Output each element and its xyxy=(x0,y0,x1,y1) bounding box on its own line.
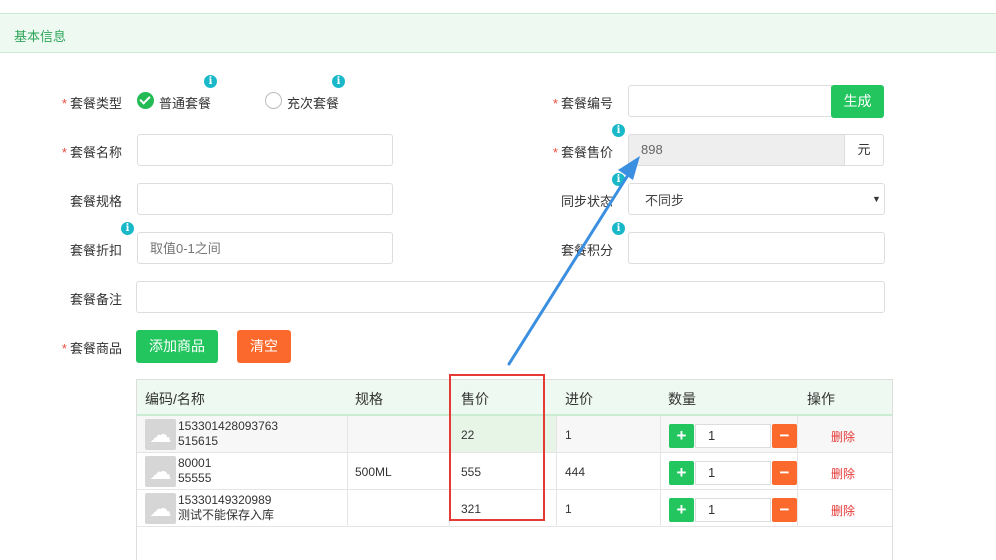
column-header-spec: 规格 xyxy=(355,391,383,407)
info-icon[interactable]: i xyxy=(612,173,625,186)
info-icon[interactable]: i xyxy=(332,75,345,88)
decrease-quantity-button[interactable]: − xyxy=(772,424,797,448)
product-spec: 500ML xyxy=(355,465,392,479)
product-cost: 444 xyxy=(565,465,586,479)
product-code-name: 153301428093763 515615 xyxy=(178,419,279,448)
chevron-down-icon: ▼ xyxy=(872,194,881,204)
product-cost: 1 xyxy=(565,428,572,442)
product-image-placeholder-icon: ☁ xyxy=(145,419,176,450)
package-goods-label: * 套餐商品 xyxy=(61,341,122,356)
package-name-label: * 套餐名称 xyxy=(61,145,122,160)
info-icon[interactable]: i xyxy=(612,124,625,137)
info-icon[interactable]: i xyxy=(612,222,625,235)
section-header: 基本信息 xyxy=(0,13,996,53)
section-title: 基本信息 xyxy=(14,29,67,44)
radio-normal-package-label[interactable]: 普通套餐 xyxy=(159,93,211,112)
sync-status-value: 不同步 xyxy=(645,193,685,208)
delete-link[interactable]: 删除 xyxy=(831,428,855,445)
radio-count-package-label[interactable]: 充次套餐 xyxy=(287,93,339,112)
quantity-input[interactable]: 1 xyxy=(695,424,771,448)
quantity-input[interactable]: 1 xyxy=(695,498,771,522)
column-header-actions: 操作 xyxy=(807,391,835,407)
package-price-input[interactable]: 898 xyxy=(628,134,845,166)
delete-link[interactable]: 删除 xyxy=(831,502,855,519)
package-points-label: 套餐积分 xyxy=(560,243,613,258)
column-header-code-name: 编码/名称 xyxy=(145,391,205,407)
product-image-placeholder-icon: ☁ xyxy=(145,493,176,524)
package-discount-input[interactable] xyxy=(137,232,393,264)
package-code-label: * 套餐编号 xyxy=(552,96,613,111)
column-header-cost: 进价 xyxy=(565,391,593,407)
clear-button[interactable]: 清空 xyxy=(237,330,291,363)
increase-quantity-button[interactable]: + xyxy=(669,461,694,485)
package-type-label: * 套餐类型 xyxy=(61,96,122,111)
annotation-highlight-box xyxy=(449,374,545,521)
radio-normal-package[interactable] xyxy=(137,92,154,109)
decrease-quantity-button[interactable]: − xyxy=(772,461,797,485)
package-name-input[interactable] xyxy=(137,134,393,166)
product-code-name: 15330149320989 测试不能保存入库 xyxy=(178,493,275,522)
product-image-placeholder-icon: ☁ xyxy=(145,456,176,487)
quantity-input[interactable]: 1 xyxy=(695,461,771,485)
decrease-quantity-button[interactable]: − xyxy=(772,498,797,522)
delete-link[interactable]: 删除 xyxy=(831,465,855,482)
product-code-name: 80001 55555 xyxy=(178,456,212,485)
package-remark-input[interactable] xyxy=(136,281,885,313)
sync-status-label: 同步状态 xyxy=(560,194,613,209)
sync-status-select[interactable]: 不同步 xyxy=(628,183,885,215)
generate-button[interactable]: 生成 xyxy=(831,85,884,118)
package-price-label: * 套餐售价 xyxy=(552,145,613,160)
column-header-quantity: 数量 xyxy=(668,391,696,407)
package-spec-label: 套餐规格 xyxy=(69,194,122,209)
package-remark-label: 套餐备注 xyxy=(69,292,122,307)
radio-count-package[interactable] xyxy=(265,92,282,109)
product-cost: 1 xyxy=(565,502,572,516)
add-goods-button[interactable]: 添加商品 xyxy=(136,330,218,363)
increase-quantity-button[interactable]: + xyxy=(669,424,694,448)
package-discount-label: 套餐折扣 xyxy=(69,243,122,258)
package-spec-input[interactable] xyxy=(137,183,393,215)
info-icon[interactable]: i xyxy=(204,75,217,88)
info-icon[interactable]: i xyxy=(121,222,134,235)
package-code-input[interactable] xyxy=(628,85,832,117)
package-points-input[interactable] xyxy=(628,232,885,264)
increase-quantity-button[interactable]: + xyxy=(669,498,694,522)
price-unit-addon: 元 xyxy=(845,134,884,166)
